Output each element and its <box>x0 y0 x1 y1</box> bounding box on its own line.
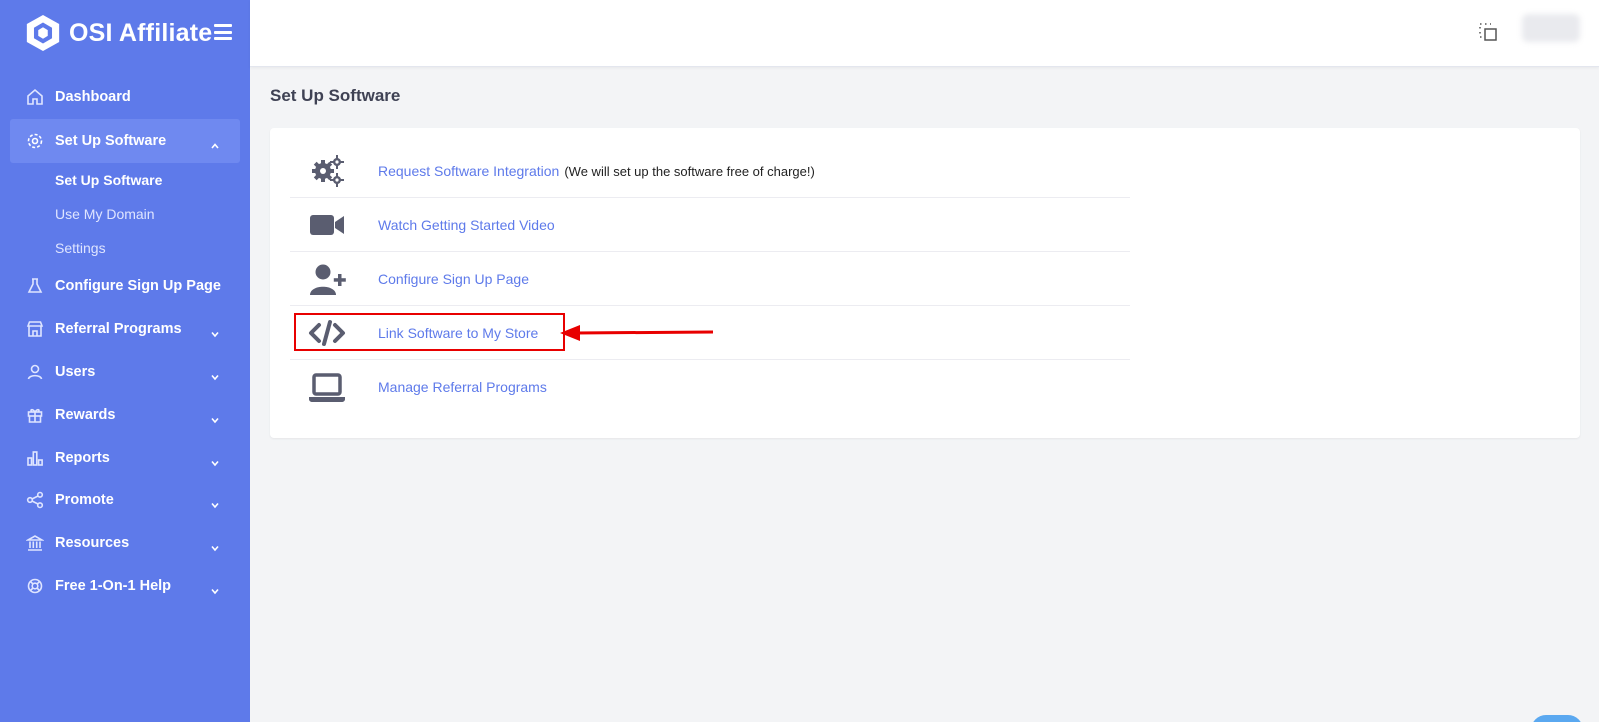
sidebar-item-referral-programs[interactable]: Referral Programs <box>10 307 240 351</box>
brand[interactable]: OSI Affiliate <box>24 13 212 53</box>
sidebar-item-label: Promote <box>55 492 114 508</box>
sidebar-item-label: Dashboard <box>55 89 131 105</box>
user-icon <box>26 363 44 381</box>
chevron-down-icon <box>210 453 220 467</box>
store-icon <box>26 320 44 338</box>
subitem-settings[interactable]: Settings <box>55 240 106 256</box>
watch-getting-started-video-link[interactable]: Watch Getting Started Video <box>378 217 555 233</box>
sidebar-item-label: Set Up Software <box>55 133 167 149</box>
video-camera-icon <box>308 206 346 244</box>
sidebar-item-reports[interactable]: Reports <box>10 436 240 480</box>
list-item-manage-referral-programs: Manage Referral Programs <box>290 360 1130 414</box>
chevron-down-icon <box>210 410 220 424</box>
sidebar: OSI Affiliate Dashboard Set Up Software … <box>0 0 250 722</box>
list-item-configure-sign-up: Configure Sign Up Page <box>290 252 1130 306</box>
request-software-integration-link[interactable]: Request Software Integration (We will set… <box>378 163 815 179</box>
share-icon <box>26 491 44 509</box>
list-item-request-integration: Request Software Integration (We will set… <box>290 144 1130 198</box>
gears-icon <box>308 152 346 190</box>
top-bar <box>250 0 1599 67</box>
subitem-set-up-software[interactable]: Set Up Software <box>55 172 162 188</box>
link-note: (We will set up the software free of cha… <box>564 163 815 179</box>
brand-name: OSI Affiliate <box>69 18 213 47</box>
bar-chart-icon <box>26 449 44 467</box>
manage-referral-programs-link[interactable]: Manage Referral Programs <box>378 379 547 395</box>
chevron-up-icon <box>210 136 220 149</box>
home-icon <box>26 88 44 106</box>
chevron-down-icon <box>210 581 220 595</box>
sidebar-item-label: Resources <box>55 535 130 551</box>
copy-icon[interactable] <box>1478 22 1498 42</box>
sidebar-item-label: Configure Sign Up Page <box>55 278 221 294</box>
sidebar-item-users[interactable]: Users <box>10 350 240 394</box>
sidebar-item-label: Rewards <box>55 407 116 423</box>
highlight-box <box>294 313 565 351</box>
red-arrow-annotation <box>560 325 714 341</box>
user-plus-icon <box>308 260 346 298</box>
sidebar-item-label: Referral Programs <box>55 321 182 337</box>
link-text[interactable]: Request Software Integration <box>378 163 559 179</box>
hexagon-logo-icon <box>26 14 60 52</box>
flask-icon <box>26 277 44 295</box>
bank-icon <box>26 534 44 552</box>
gift-icon <box>26 406 44 424</box>
chevron-down-icon <box>210 495 220 509</box>
sidebar-item-configure-sign-up-page[interactable]: Configure Sign Up Page <box>10 264 240 308</box>
subitem-use-my-domain[interactable]: Use My Domain <box>55 206 155 222</box>
sidebar-item-dashboard[interactable]: Dashboard <box>10 75 240 119</box>
page-title: Set Up Software <box>270 86 401 105</box>
chevron-down-icon <box>210 324 220 338</box>
sidebar-item-label: Users <box>55 364 96 380</box>
lifebuoy-icon <box>26 577 44 595</box>
sidebar-item-set-up-software[interactable]: Set Up Software <box>10 119 240 163</box>
chat-widget-button[interactable] <box>1531 715 1583 722</box>
sidebar-item-resources[interactable]: Resources <box>10 521 240 565</box>
configure-sign-up-page-link[interactable]: Configure Sign Up Page <box>378 271 529 287</box>
sidebar-item-rewards[interactable]: Rewards <box>10 393 240 437</box>
sidebar-item-label: Reports <box>55 450 110 466</box>
sidebar-item-label: Free 1-On-1 Help <box>55 578 172 594</box>
sidebar-item-promote[interactable]: Promote <box>10 478 240 522</box>
menu-toggle-icon[interactable] <box>214 24 232 40</box>
chevron-down-icon <box>210 538 220 552</box>
chevron-down-icon <box>210 367 220 381</box>
gear-icon <box>26 132 44 150</box>
avatar[interactable] <box>1522 14 1580 42</box>
list-item-watch-video: Watch Getting Started Video <box>290 198 1130 252</box>
sidebar-item-free-help[interactable]: Free 1-On-1 Help <box>10 564 240 608</box>
laptop-icon <box>308 368 346 406</box>
